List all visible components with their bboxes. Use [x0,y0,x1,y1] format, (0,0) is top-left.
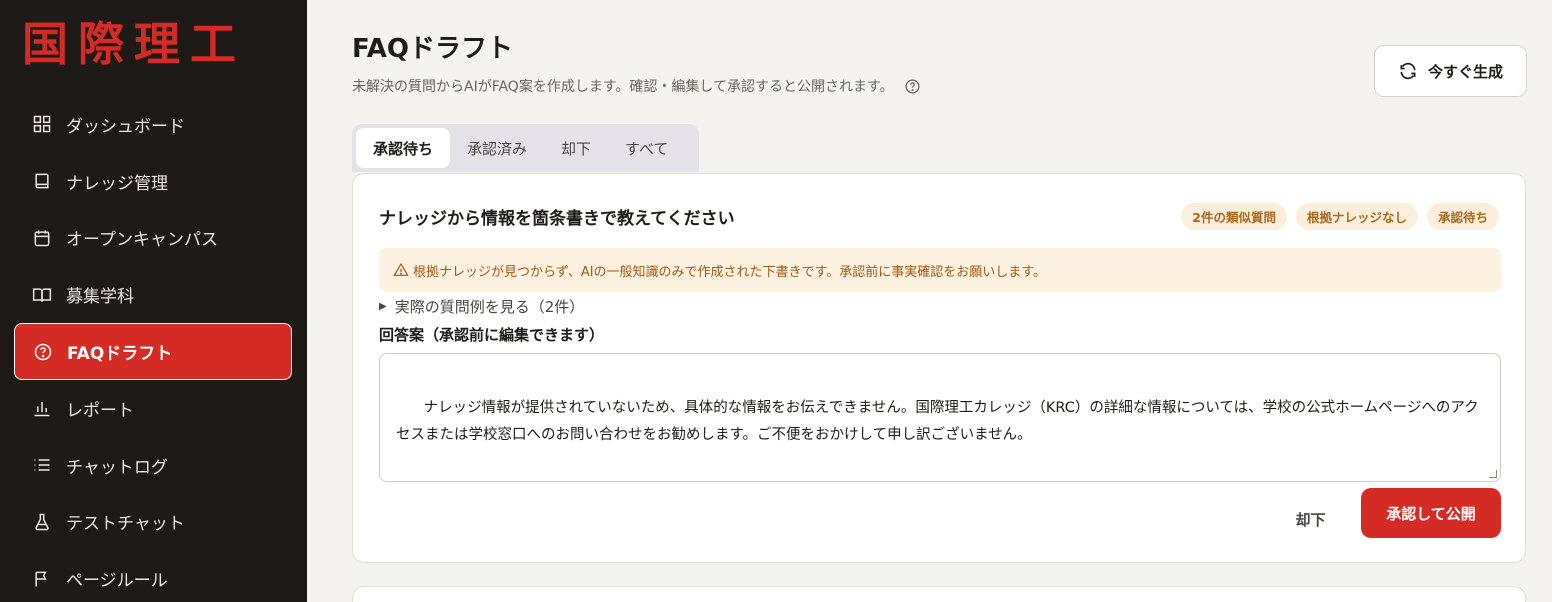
no-evidence-badge: 根拠ナレッジなし [1295,203,1418,230]
status-badge: 承認待ち [1426,203,1499,230]
resize-handle[interactable] [1489,470,1497,478]
sidebar-item-label: ページルール [66,571,168,592]
book-icon [32,171,52,191]
generate-now-button[interactable]: 今すぐ生成 [1374,45,1527,97]
page-subtitle-text: 未解決の質問からAIがFAQ案を作成します。確認・編集して承認すると公開されます… [352,79,894,95]
refresh-icon [1400,62,1416,80]
sidebar-nav: ダッシュボード ナレッジ管理 オープンキャンパス 募集学科 FAQドラフト レポ… [14,96,292,602]
tab-all[interactable]: すべて [608,128,685,168]
sidebar-item-label: 募集学科 [66,287,134,308]
sidebar-item-reports[interactable]: レポート [14,380,292,437]
triangle-right-icon: ▶ [379,301,387,312]
flag-icon [32,569,52,589]
answer-text: ナレッジ情報が提供されていないため、具体的な情報をお伝えできません。国際理工カレ… [396,400,1479,443]
main-content: FAQドラフト 未解決の質問からAIがFAQ案を作成します。確認・編集して承認す… [307,0,1552,602]
sidebar-item-chat-log[interactable]: チャットログ [14,437,292,494]
sidebar-item-departments[interactable]: 募集学科 [14,266,292,323]
sidebar-item-page-rules[interactable]: ページルール [14,550,292,602]
examples-toggle-label: 実際の質問例を見る（2件） [394,298,585,316]
draft-badges: 2件の類似質問 根拠ナレッジなし 承認待ち [1181,203,1499,230]
warning-text: 根拠ナレッジが見つからず、AIの一般知識のみで作成された下書きです。承認前に事実… [413,264,1046,280]
sidebar-item-faq-draft[interactable]: FAQドラフト [14,323,292,380]
tab-rejected[interactable]: 却下 [544,128,608,168]
status-tabs: 承認待ち 承認済み 却下 すべて [352,124,699,172]
list-icon [32,455,52,475]
examples-toggle[interactable]: ▶ 実際の質問例を見る（2件） [379,296,584,317]
reject-button[interactable]: 却下 [1283,502,1338,536]
flask-icon [32,512,52,532]
draft-question: ナレッジから情報を箇条書きで教えてください [379,209,735,229]
sidebar-item-label: ダッシュボード [66,116,185,137]
sidebar-item-label: チャットログ [66,457,168,478]
similar-questions-badge: 2件の類似質問 [1181,203,1287,230]
sidebar-item-test-chat[interactable]: テストチャット [14,494,292,551]
next-draft-card [352,586,1526,602]
tab-pending[interactable]: 承認待ち [356,128,451,168]
bar-chart-icon [32,398,52,418]
answer-textarea[interactable]: ナレッジ情報が提供されていないため、具体的な情報をお伝えできません。国際理工カレ… [379,353,1501,482]
brand-logo[interactable]: 国際理工 [22,16,246,72]
sidebar-item-label: ナレッジ管理 [66,173,168,194]
sidebar-item-knowledge[interactable]: ナレッジ管理 [14,153,292,210]
generate-now-label: 今すぐ生成 [1427,62,1503,81]
page-title: FAQドラフト [352,34,514,64]
open-book-icon [32,285,52,305]
tab-approved[interactable]: 承認済み [450,128,544,168]
help-circle-icon [33,342,53,362]
sidebar: 国際理工 ダッシュボード ナレッジ管理 オープンキャンパス 募集学科 FAQドラ… [0,0,307,602]
approve-publish-button[interactable]: 承認して公開 [1361,488,1501,538]
warning-banner: 根拠ナレッジが見つからず、AIの一般知識のみで作成された下書きです。承認前に事実… [379,248,1501,292]
sidebar-item-label: テストチャット [66,514,185,535]
answer-label: 回答案（承認前に編集できます） [379,326,605,344]
grid-icon [32,114,52,134]
warning-icon [393,262,409,278]
sidebar-item-label: FAQドラフト [67,344,173,365]
sidebar-item-open-campus[interactable]: オープンキャンパス [14,210,292,267]
calendar-icon [32,228,52,248]
faq-draft-card: ナレッジから情報を箇条書きで教えてください 2件の類似質問 根拠ナレッジなし 承… [352,173,1526,563]
page-subtitle: 未解決の質問からAIがFAQ案を作成します。確認・編集して承認すると公開されます… [352,76,921,96]
help-icon[interactable] [904,78,921,95]
sidebar-item-label: オープンキャンパス [66,230,218,251]
sidebar-item-label: レポート [66,400,134,421]
sidebar-item-dashboard[interactable]: ダッシュボード [14,96,292,153]
